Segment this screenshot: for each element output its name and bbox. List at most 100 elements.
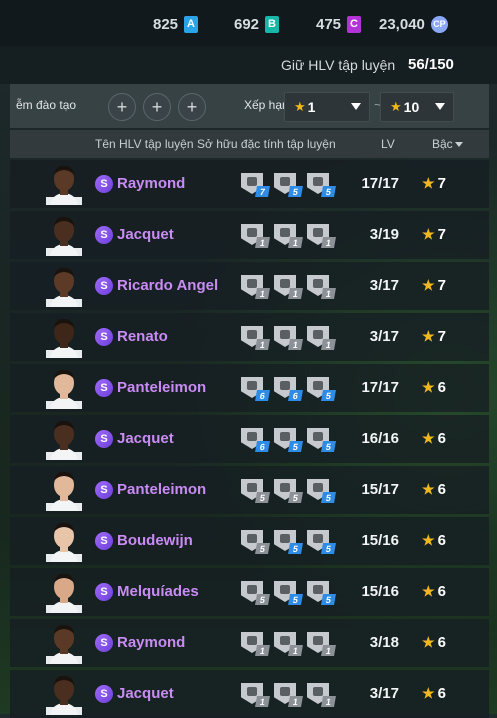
- chevron-down-icon: [435, 103, 445, 110]
- column-grade[interactable]: Bậc: [432, 137, 463, 151]
- column-traits[interactable]: Sở hữu đặc tính tập luyện: [197, 137, 336, 151]
- coach-slots-value: 56/150: [408, 56, 454, 73]
- currency-a-icon: A: [184, 15, 199, 33]
- tier-s-badge-icon: S: [95, 328, 113, 346]
- coach-grade-value: 6: [437, 532, 446, 549]
- coach-row[interactable]: S Melquíades 5 5 5 15/16 ★ 6: [10, 568, 489, 616]
- coach-name: Jacquet: [117, 685, 174, 702]
- tier-s-badge-icon: S: [95, 583, 113, 601]
- trait-icon-12[interactable]: 5: [272, 528, 303, 554]
- coach-grade: ★ 6: [422, 583, 446, 600]
- coach-level: 17/17: [361, 175, 399, 192]
- trait-level-badge: 5: [255, 594, 270, 605]
- avatar: [46, 520, 82, 562]
- star-icon: ★: [422, 175, 435, 191]
- avatar: [46, 418, 82, 460]
- coach-grade-value: 6: [437, 430, 446, 447]
- currency-b: 692 B: [234, 14, 280, 34]
- cp-icon: CP: [430, 15, 448, 33]
- trait-icon-3[interactable]: 5: [305, 171, 336, 197]
- trait-level-badge: 1: [255, 339, 270, 350]
- trait-icon-8[interactable]: 1: [272, 324, 303, 350]
- trait-icon-5[interactable]: 1: [272, 681, 303, 707]
- coach-name: Boudewijn: [117, 532, 193, 549]
- coach-row[interactable]: S Ricardo Angel 1 1 1 3/17 ★ 7: [10, 262, 489, 310]
- trait-icon-5[interactable]: 1: [239, 324, 270, 350]
- coach-level: 3/18: [369, 634, 399, 651]
- trait-icon-1[interactable]: 7: [239, 171, 270, 197]
- trait-list: 1 1 1: [239, 324, 336, 350]
- rank-min-select[interactable]: ★ 1: [284, 92, 370, 122]
- coach-row[interactable]: S Jacquet 6 5 5 16/16 ★ 6: [10, 415, 489, 463]
- tier-s-badge-icon: S: [95, 532, 113, 550]
- trait-icon-2[interactable]: 5: [272, 171, 303, 197]
- trait-icon-4[interactable]: 1: [239, 222, 270, 248]
- rank-max-select[interactable]: ★ 10: [380, 92, 454, 122]
- trait-icon-6[interactable]: 1: [305, 222, 336, 248]
- trait-level-badge: 1: [321, 645, 336, 656]
- trait-icon-7[interactable]: 1: [272, 273, 303, 299]
- trait-icon-10[interactable]: 5: [305, 375, 336, 401]
- coach-row[interactable]: S Boudewijn 5 5 5 15/16 ★ 6: [10, 517, 489, 565]
- coach-row[interactable]: S Panteleimon 6 6 5 17/17 ★ 6: [10, 364, 489, 412]
- trait-level-badge: 5: [255, 492, 270, 503]
- plus-icon: +: [116, 97, 128, 117]
- trait-level-badge: 7: [255, 186, 270, 197]
- trait-icon-9[interactable]: 1: [305, 630, 336, 656]
- currency-cp: 23,040 CP: [379, 14, 448, 34]
- trait-icon-1[interactable]: 6: [272, 375, 303, 401]
- trait-icon-5[interactable]: 1: [272, 222, 303, 248]
- trait-icon-4[interactable]: 6: [239, 375, 270, 401]
- trait-icon-1[interactable]: 6: [239, 426, 270, 452]
- trait-icon-1[interactable]: 5: [239, 528, 270, 554]
- column-coach-name[interactable]: Tên HLV tập luyện: [95, 137, 194, 151]
- trait-icon-10[interactable]: 5: [305, 579, 336, 605]
- trait-level-badge: 5: [321, 543, 336, 554]
- coach-name: Renato: [117, 328, 168, 345]
- trait-icon-1[interactable]: 1: [239, 273, 270, 299]
- trait-icon-4[interactable]: 1: [272, 630, 303, 656]
- trait-icon-9[interactable]: 1: [305, 324, 336, 350]
- coach-grade-value: 7: [437, 175, 446, 192]
- rank-max-value: 10: [403, 99, 420, 115]
- trait-icon-3[interactable]: 5: [305, 477, 336, 503]
- currency-bar: 825 A 692 B 475 C 23,040 CP: [0, 0, 497, 46]
- trait-icon-9[interactable]: 1: [305, 681, 336, 707]
- column-lv[interactable]: LV: [381, 137, 395, 151]
- coach-grade: ★ 6: [422, 634, 446, 651]
- avatar: [46, 622, 82, 664]
- trait-icon-5[interactable]: 5: [272, 477, 303, 503]
- trait-level-badge: 1: [288, 237, 303, 248]
- trait-level-badge: 5: [321, 186, 336, 197]
- currency-a: 825 A: [153, 14, 199, 34]
- trait-icon-12[interactable]: 1: [239, 630, 270, 656]
- trait-icon-3[interactable]: 5: [272, 579, 303, 605]
- trait-icon-8[interactable]: 1: [239, 681, 270, 707]
- coach-row[interactable]: S Raymond 7 5 5 17/17 ★ 7: [10, 160, 489, 208]
- currency-a-value: 825: [153, 15, 179, 33]
- trait-icon-6[interactable]: 5: [305, 426, 336, 452]
- avatar: [46, 673, 82, 715]
- trait-icon-3[interactable]: 5: [272, 426, 303, 452]
- trait-list: 5 5 5: [239, 477, 336, 503]
- coach-row[interactable]: S Renato 1 1 1 3/17 ★ 7: [10, 313, 489, 361]
- star-icon: ★: [422, 583, 435, 599]
- coach-row[interactable]: S Panteleimon 5 5 5 15/17 ★ 6: [10, 466, 489, 514]
- trait-level-badge: 5: [321, 441, 336, 452]
- coach-row[interactable]: S Jacquet 1 1 1 3/19 ★ 7: [10, 211, 489, 259]
- trait-icon-13[interactable]: 5: [305, 528, 336, 554]
- coach-row[interactable]: S Jacquet 1 1 1 3/17 ★ 6: [10, 670, 489, 718]
- coach-slots: Giữ HLV tập luyện 56/150: [0, 46, 497, 84]
- trait-icon-1[interactable]: 5: [239, 579, 270, 605]
- trait-icon-3[interactable]: 1: [305, 273, 336, 299]
- star-icon: ★: [422, 532, 435, 548]
- trait-level-badge: 5: [288, 594, 303, 605]
- coach-row[interactable]: S Raymond 1 1 1 3/18 ★ 6: [10, 619, 489, 667]
- add-slot-button-1[interactable]: +: [108, 93, 136, 121]
- currency-cp-value: 23,040: [379, 15, 425, 33]
- sort-desc-icon: [454, 142, 463, 148]
- coach-slots-label: Giữ HLV tập luyện: [281, 57, 396, 73]
- add-slot-button-2[interactable]: +: [143, 93, 171, 121]
- trait-icon-11[interactable]: 5: [239, 477, 270, 503]
- add-slot-button-3[interactable]: +: [178, 93, 206, 121]
